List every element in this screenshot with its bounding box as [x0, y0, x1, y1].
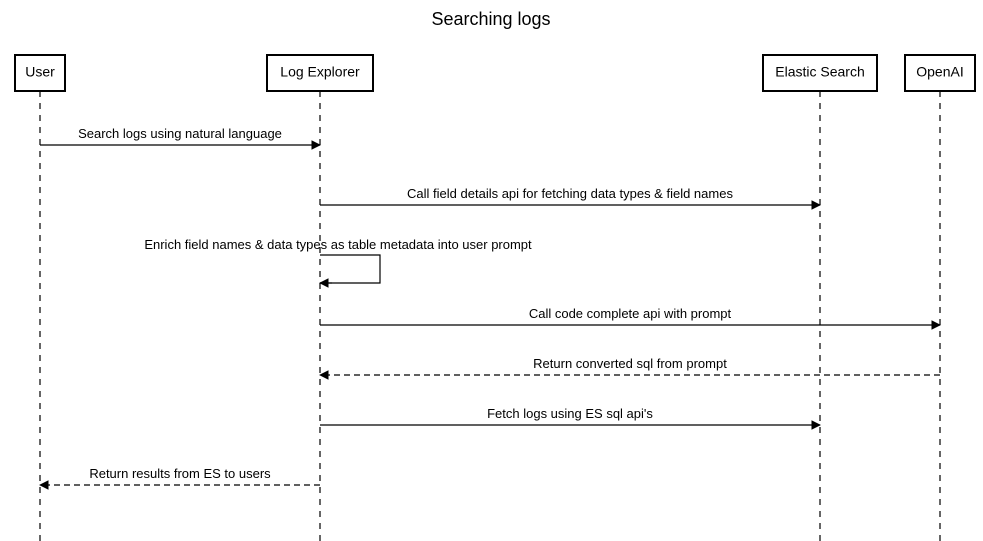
message-m2: Call field details api for fetching data…	[320, 186, 820, 205]
message-m3: Enrich field names & data types as table…	[144, 237, 532, 283]
message-m6: Fetch logs using ES sql api's	[320, 406, 820, 425]
actor-openai-label: OpenAI	[916, 64, 963, 80]
actor-user: User	[15, 55, 65, 541]
message-m7: Return results from ES to users	[40, 466, 320, 485]
diagram-title: Searching logs	[431, 9, 550, 29]
actor-elastic-search: Elastic Search	[763, 55, 877, 541]
actor-log-explorer-label: Log Explorer	[280, 64, 360, 80]
actor-elastic-search-label: Elastic Search	[775, 64, 864, 80]
message-m5-label: Return converted sql from prompt	[533, 356, 727, 371]
message-m4: Call code complete api with prompt	[320, 306, 940, 325]
actor-openai: OpenAI	[905, 55, 975, 541]
message-m7-label: Return results from ES to users	[89, 466, 271, 481]
message-m5: Return converted sql from prompt	[320, 356, 940, 375]
message-m1: Search logs using natural language	[40, 126, 320, 145]
message-m4-label: Call code complete api with prompt	[529, 306, 732, 321]
actor-log-explorer: Log Explorer	[267, 55, 373, 541]
message-m2-label: Call field details api for fetching data…	[407, 186, 733, 201]
message-m3-label: Enrich field names & data types as table…	[144, 237, 532, 252]
actor-user-label: User	[25, 64, 55, 80]
sequence-diagram: Searching logs User Log Explorer Elastic…	[0, 0, 983, 541]
message-m6-label: Fetch logs using ES sql api's	[487, 406, 653, 421]
message-m1-label: Search logs using natural language	[78, 126, 282, 141]
